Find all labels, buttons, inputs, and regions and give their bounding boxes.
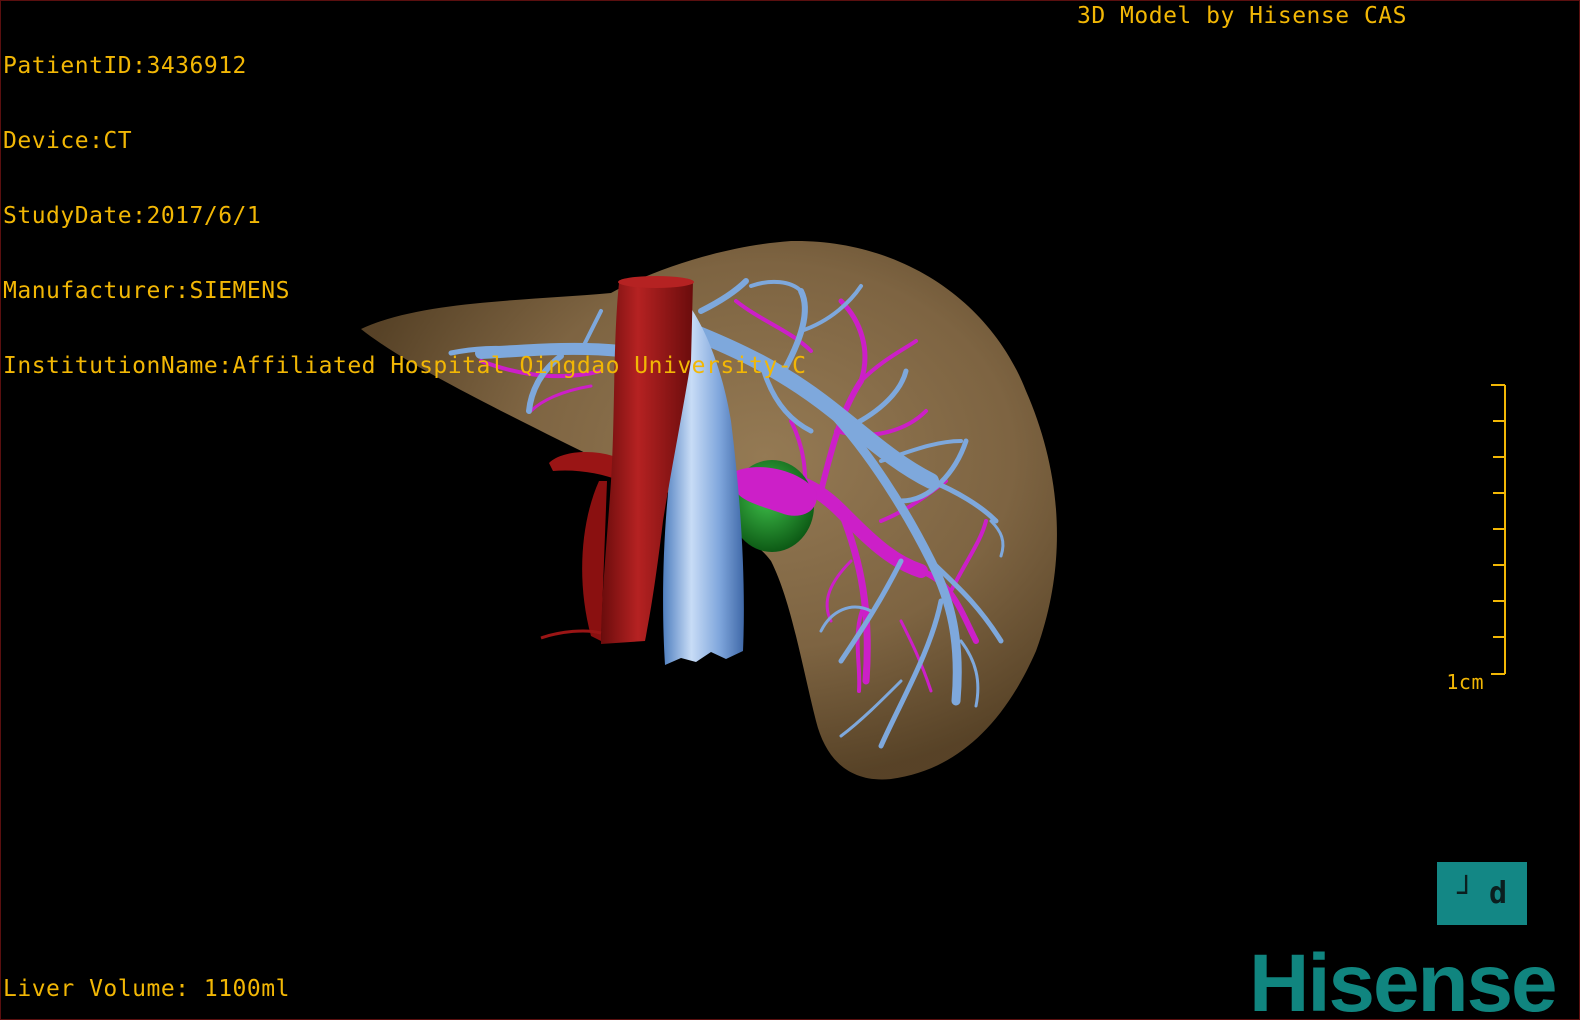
- liver-volume: Liver Volume: 1100ml: [3, 976, 290, 1002]
- view-right-glyph-icon: d: [1489, 876, 1508, 911]
- model-credit: 3D Model by Hisense CAS: [1077, 3, 1407, 29]
- dicom-info: PatientID:3436912 Device:CT StudyDate:20…: [3, 4, 806, 429]
- manufacturer: Manufacturer:SIEMENS: [3, 278, 290, 304]
- device: Device:CT: [3, 128, 133, 154]
- 3d-viewport[interactable]: PatientID:3436912 Device:CT StudyDate:20…: [0, 0, 1580, 1020]
- institution-name: InstitutionName:Affiliated Hospital Qing…: [3, 353, 807, 379]
- scale-label: 1cm: [1446, 670, 1484, 694]
- hisense-logo: Hisense: [1249, 938, 1558, 1020]
- view-left-glyph-icon: ┘: [1456, 876, 1475, 911]
- view-toggle-button[interactable]: ┘ d: [1437, 862, 1527, 925]
- patient-id: PatientID:3436912: [3, 53, 247, 79]
- study-date: StudyDate:2017/6/1: [3, 203, 262, 229]
